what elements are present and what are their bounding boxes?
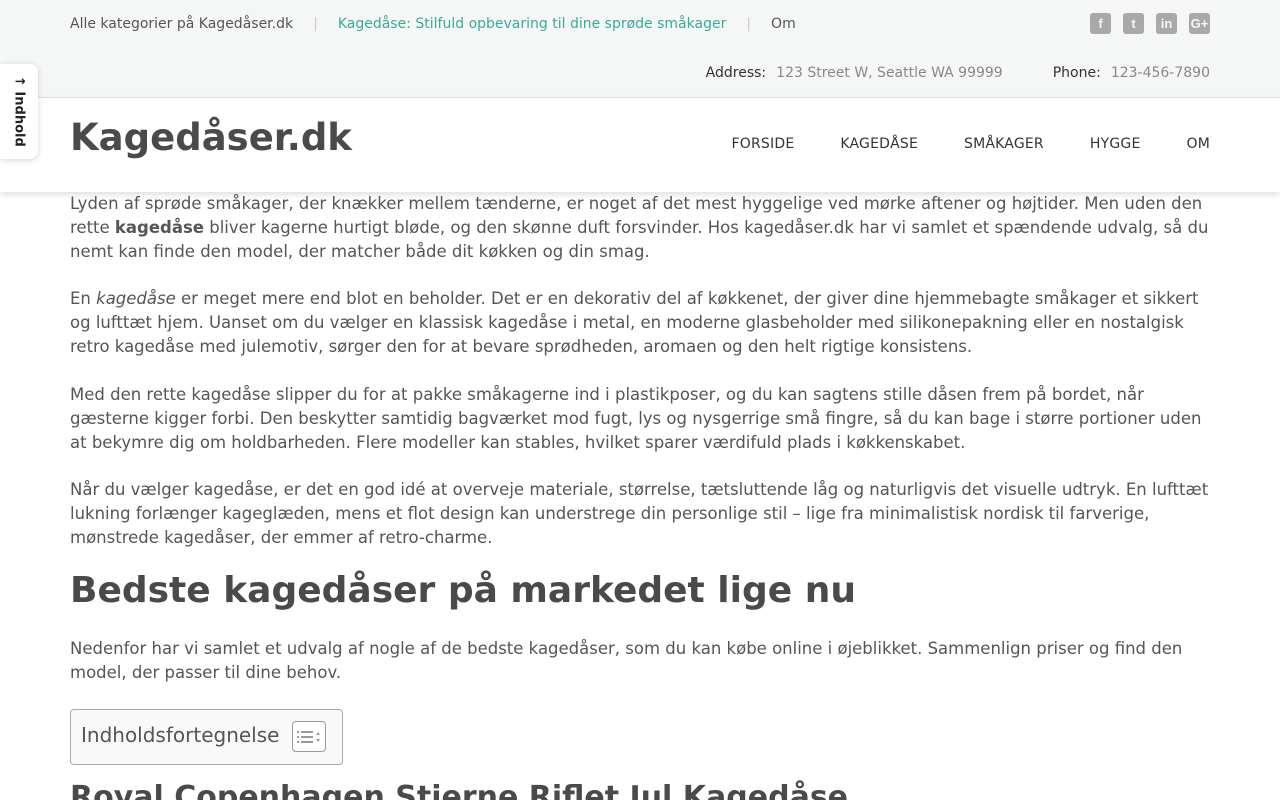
linkedin-icon[interactable]: in [1156, 13, 1177, 34]
address-label: Address: [705, 65, 767, 81]
contact-info: Address: 123 Street W, Seattle WA 99999 … [706, 63, 1210, 83]
paragraph-2: En kagedåse er meget mere end blot en be… [70, 287, 1210, 359]
bold-keyword: kagedåse [114, 218, 204, 237]
top-link-kagedase[interactable]: Kagedåse: Stilfuld opbevaring til dine s… [338, 14, 727, 34]
italic-keyword: kagedåse [96, 289, 176, 308]
separator: | [746, 16, 752, 32]
address-value: 123 Street W, Seattle WA 99999 [776, 65, 1003, 81]
top-bar: Alle kategorier på Kagedåser.dk | Kagedå… [0, 0, 1280, 98]
site-header: Kagedåser.dk FORSIDE KAGEDÅSE SMÅKAGER H… [0, 98, 1280, 192]
phone-label: Phone: [1052, 65, 1101, 81]
main-nav: FORSIDE KAGEDÅSE SMÅKAGER HYGGE OM [732, 134, 1210, 154]
paragraph-5: Nedenfor har vi samlet et udvalg af nogl… [70, 639, 1183, 682]
google-plus-icon[interactable]: G+ [1189, 13, 1210, 34]
text-span: En [70, 289, 97, 308]
nav-item-kagedase[interactable]: KAGEDÅSE [840, 134, 918, 154]
phone-value[interactable]: 123-456-7890 [1111, 63, 1210, 83]
toc-toggle-button[interactable] [292, 721, 326, 752]
top-link-om[interactable]: Om [771, 14, 796, 34]
nav-item-smakager[interactable]: SMÅKAGER [964, 134, 1044, 154]
toc-title: Indholdsfortegnelse [81, 723, 280, 747]
top-link-all-categories[interactable]: Alle kategorier på Kagedåser.dk [70, 14, 293, 34]
text-span: bliver kagerne hurtigt bløde, og den skø… [70, 218, 1209, 261]
text-span: er meget mere end blot en beholder. Det … [70, 289, 1199, 356]
side-tab-label: ↑ Indhold [11, 76, 27, 147]
twitter-icon[interactable]: t [1123, 13, 1144, 34]
address-group: Address: 123 Street W, Seattle WA 99999 [706, 63, 1003, 83]
facebook-icon[interactable]: f [1090, 13, 1111, 34]
nav-item-hygge[interactable]: HYGGE [1090, 134, 1141, 154]
nav-item-om[interactable]: OM [1187, 134, 1211, 154]
site-logo[interactable]: Kagedåser.dk [70, 116, 352, 160]
toc-side-tab[interactable]: ↑ Indhold [0, 64, 38, 159]
separator: | [313, 16, 318, 32]
social-links: f t in G+ [1090, 13, 1210, 34]
paragraph-3: Med den rette kagedåse slipper du for at… [70, 385, 1202, 452]
section-heading: Bedste kagedåser på markedet lige nu [70, 570, 856, 611]
top-links: Alle kategorier på Kagedåser.dk | Kagedå… [70, 14, 796, 34]
nav-item-forside[interactable]: FORSIDE [732, 134, 795, 154]
product-heading: Royal Copenhagen Stjerne Riflet Jul Kage… [70, 780, 849, 800]
list-icon [297, 730, 320, 743]
table-of-contents: Indholdsfortegnelse [70, 709, 343, 765]
intro-paragraph: Lyden af sprøde småkager, der knækker me… [70, 192, 1210, 264]
phone-group: Phone: 123-456-7890 [1053, 63, 1210, 83]
paragraph-4: Når du vælger kagedåse, er det en god id… [70, 480, 1209, 547]
